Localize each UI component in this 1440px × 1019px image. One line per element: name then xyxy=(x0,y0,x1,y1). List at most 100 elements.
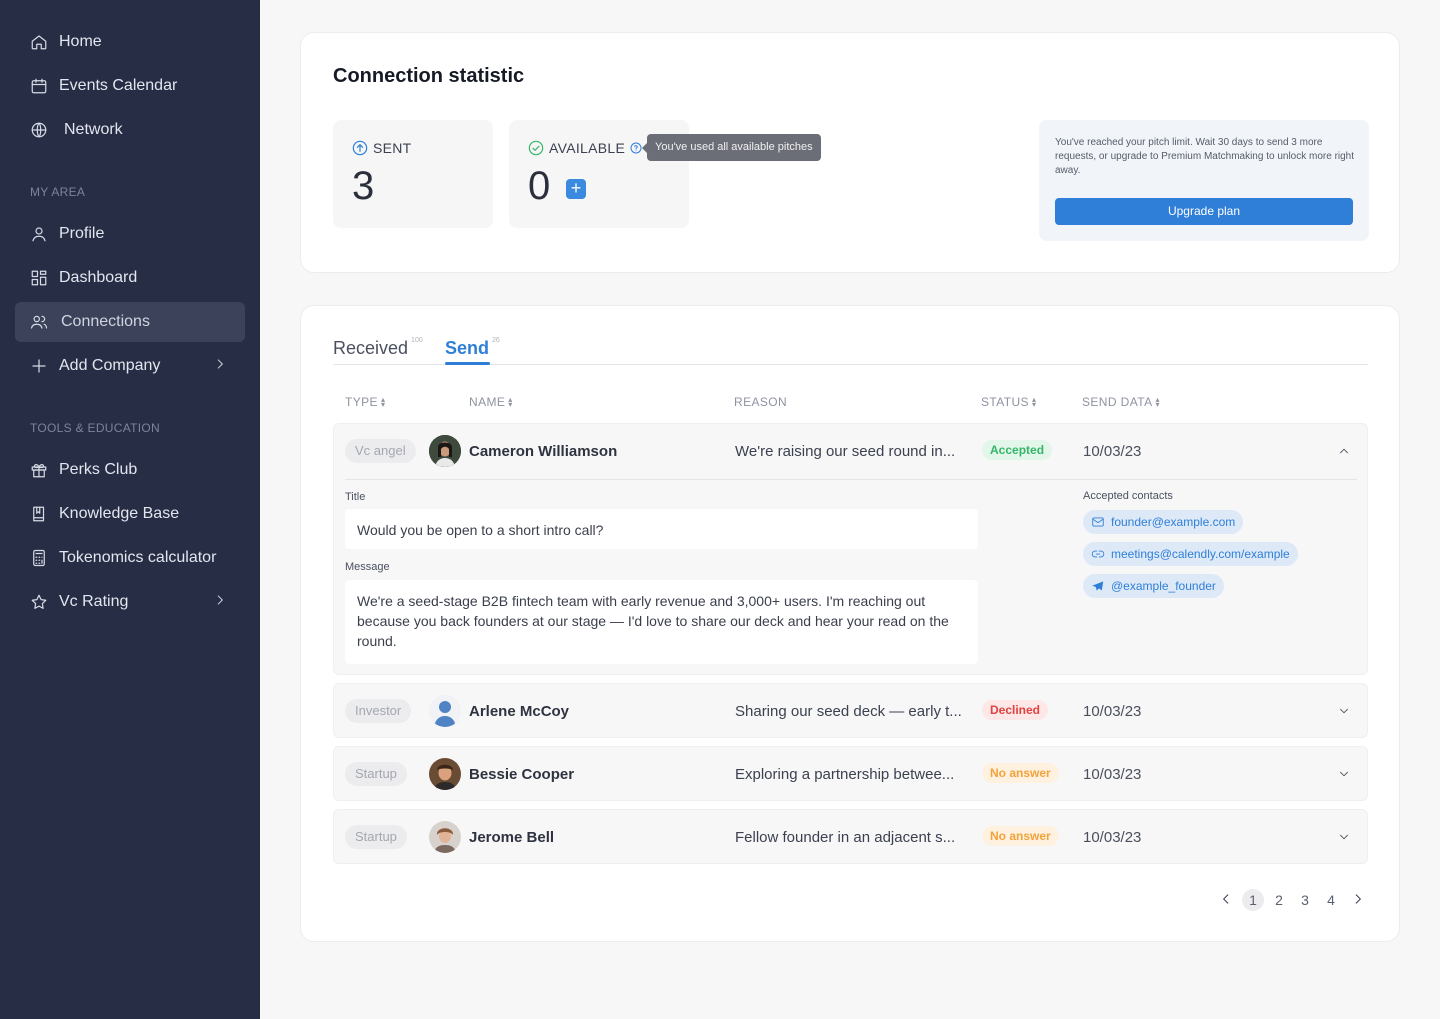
contact-link[interactable]: meetings@calendly.com/example xyxy=(1083,542,1298,566)
page-3[interactable]: 3 xyxy=(1294,889,1316,911)
status-badge: Declined xyxy=(982,700,1049,720)
column-reason: REASON xyxy=(734,395,787,409)
telegram-icon xyxy=(1092,581,1104,591)
nav-connections[interactable]: Connections xyxy=(15,302,245,342)
nav-network-label: Network xyxy=(64,121,123,138)
book-icon xyxy=(30,505,48,523)
calculator-icon xyxy=(30,549,48,567)
person-name[interactable]: Jerome Bell xyxy=(469,829,554,846)
contact-telegram[interactable]: @example_founder xyxy=(1083,574,1224,598)
contact-link-value: meetings@calendly.com/example xyxy=(1111,547,1290,561)
plus-icon xyxy=(30,357,48,375)
person-name[interactable]: Arlene McCoy xyxy=(469,703,569,720)
section-my-area: MY AREA xyxy=(30,185,86,199)
page-4[interactable]: 4 xyxy=(1320,889,1342,911)
reason-text: We're raising our seed round in... xyxy=(735,443,956,460)
status-badge: No answer xyxy=(982,763,1059,783)
sent-stat: SENT 3 xyxy=(333,120,493,228)
available-label-row: AVAILABLE xyxy=(528,140,647,156)
page-2[interactable]: 2 xyxy=(1268,889,1290,911)
nav-home[interactable]: Home xyxy=(15,22,245,62)
help-icon[interactable] xyxy=(630,142,642,154)
status-badge: Accepted xyxy=(982,440,1053,460)
column-reason-label: REASON xyxy=(734,395,788,409)
nav-profile[interactable]: Profile xyxy=(15,214,245,254)
avatar xyxy=(429,435,461,467)
person-name[interactable]: Cameron Williamson xyxy=(469,443,617,460)
type-tag: Vc angel xyxy=(345,439,416,463)
avatar xyxy=(429,758,461,790)
globe-icon xyxy=(30,121,48,139)
column-name[interactable]: NAME ▴ ▾ xyxy=(469,395,513,409)
page-title: Connection statistic xyxy=(333,65,525,87)
nav-add-company-label: Add Company xyxy=(59,357,161,374)
title-label: Title xyxy=(345,491,366,503)
page-1[interactable]: 1 xyxy=(1242,889,1264,911)
nav-vc-rating-label: Vc Rating xyxy=(59,593,129,610)
chevron-down-icon[interactable] xyxy=(1337,767,1351,781)
upgrade-plan-button[interactable]: Upgrade plan xyxy=(1055,198,1353,225)
link-icon xyxy=(1091,550,1105,558)
sort-icon: ▴ ▾ xyxy=(380,395,386,409)
connection-statistic-card: Connection statistic SENT 3 AVAILABLE 0 … xyxy=(300,32,1400,273)
nav-connections-label: Connections xyxy=(61,313,150,330)
table-row[interactable]: Investor Arlene McCoy Sharing our seed d… xyxy=(333,683,1368,738)
check-circle-icon xyxy=(528,140,544,156)
nav-vc-rating[interactable]: Vc Rating xyxy=(15,582,245,622)
column-status-label: STATUS xyxy=(981,395,1029,409)
nav-tokenomics-calculator[interactable]: Tokenomics calculator xyxy=(15,538,245,578)
available-value: 0 xyxy=(528,164,551,208)
column-status[interactable]: STATUS ▴ ▾ xyxy=(981,395,1036,409)
tab-received[interactable]: Received 100 xyxy=(333,337,423,359)
tab-received-label: Received xyxy=(333,338,409,358)
nav-events-calendar-label: Events Calendar xyxy=(59,77,178,94)
column-type-label: TYPE xyxy=(345,395,378,409)
nav-dashboard[interactable]: Dashboard xyxy=(15,258,245,298)
nav-perks-club[interactable]: Perks Club xyxy=(15,450,245,490)
message-value: We're a seed-stage B2B fintech team with… xyxy=(345,580,978,664)
available-label: AVAILABLE xyxy=(549,140,626,156)
type-tag: Investor xyxy=(345,699,412,723)
nav-add-company[interactable]: Add Company xyxy=(15,346,245,386)
reason-text: Fellow founder in an adjacent s... xyxy=(735,829,956,846)
nav-tokenomics-calculator-label: Tokenomics calculator xyxy=(59,549,217,566)
column-type[interactable]: TYPE ▴ ▾ xyxy=(345,395,385,409)
table-row[interactable]: Vc angel Cameron Williamson We're raisin… xyxy=(333,423,1368,675)
limit-text: You've reached your pitch limit. Wait 30… xyxy=(1055,137,1355,176)
star-icon xyxy=(30,593,48,611)
pitches-tooltip: You've used all available pitches xyxy=(642,134,821,161)
sort-icon: ▴ ▾ xyxy=(508,395,513,409)
calendar-icon xyxy=(30,77,48,95)
nav-network[interactable]: Network xyxy=(15,110,245,150)
title-value: Would you be open to a short intro call? xyxy=(345,509,978,549)
arrow-up-circle-icon xyxy=(352,140,368,156)
avatar xyxy=(429,821,461,853)
prev-page-button[interactable] xyxy=(1219,892,1233,909)
contact-email[interactable]: founder@example.com xyxy=(1083,510,1244,534)
table-row[interactable]: Startup Jerome Bell Fellow founder in an… xyxy=(333,809,1368,864)
row-divider xyxy=(345,479,1357,480)
send-date: 10/03/23 xyxy=(1083,443,1142,460)
chevron-down-icon[interactable] xyxy=(1337,704,1351,718)
nav-knowledge-base[interactable]: Knowledge Base xyxy=(15,494,245,534)
nav-home-label: Home xyxy=(59,33,102,50)
status-badge: No answer xyxy=(982,826,1059,846)
chevron-up-icon[interactable] xyxy=(1337,444,1351,458)
sent-label-row: SENT xyxy=(352,140,412,156)
type-tag: Startup xyxy=(345,825,407,849)
column-name-label: NAME xyxy=(469,395,506,409)
sent-label: SENT xyxy=(373,140,412,156)
chevron-down-icon[interactable] xyxy=(1337,830,1351,844)
chevron-left-icon xyxy=(1223,894,1229,904)
next-page-button[interactable] xyxy=(1351,892,1365,909)
tab-send[interactable]: Send 26 xyxy=(445,337,500,359)
table-row[interactable]: Startup Bessie Cooper Exploring a partne… xyxy=(333,746,1368,801)
column-send-data[interactable]: SEND DATA ▴ ▾ xyxy=(1082,395,1160,409)
message-label: Message xyxy=(345,561,390,573)
sent-value: 3 xyxy=(352,164,375,208)
chevron-right-icon xyxy=(213,357,227,376)
nav-events-calendar[interactable]: Events Calendar xyxy=(15,66,245,106)
person-name[interactable]: Bessie Cooper xyxy=(469,766,574,783)
sort-icon: ▴ ▾ xyxy=(1155,395,1160,409)
add-pitches-button[interactable]: + xyxy=(566,179,586,199)
